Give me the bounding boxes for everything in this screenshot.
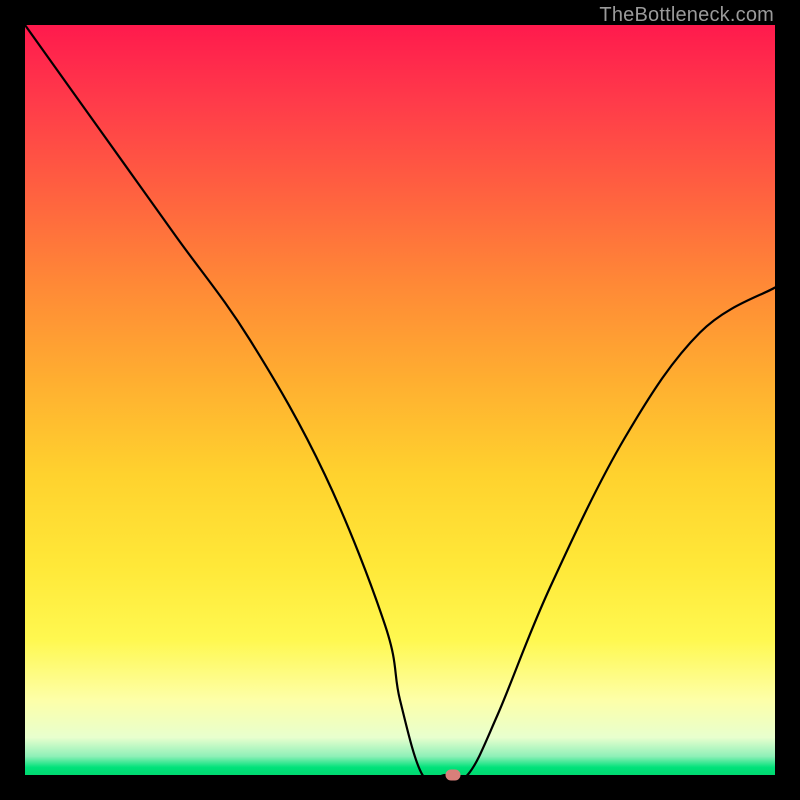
bottleneck-curve	[25, 25, 775, 781]
optimal-point-marker	[445, 770, 460, 781]
chart-curve-layer	[25, 25, 775, 775]
attribution-label: TheBottleneck.com	[599, 4, 774, 27]
chart-plot-area	[25, 25, 775, 775]
